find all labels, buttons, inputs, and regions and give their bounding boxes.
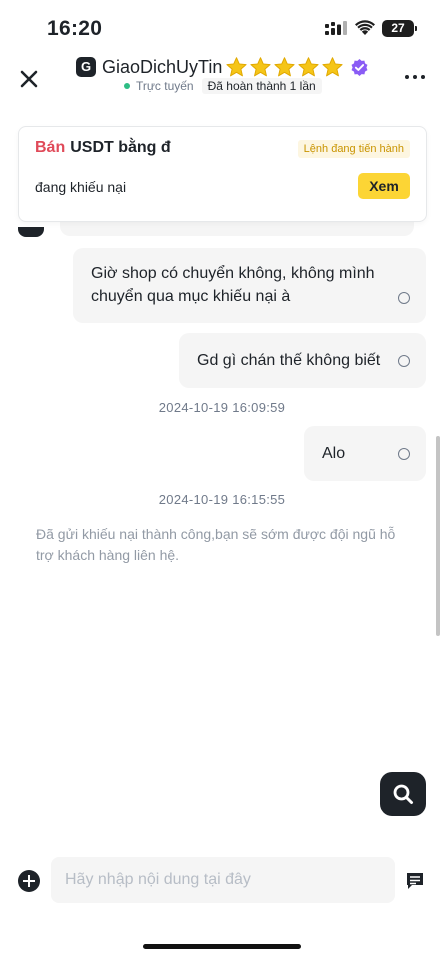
more-icon[interactable] bbox=[405, 75, 425, 81]
message-status-icon bbox=[398, 292, 410, 304]
add-attachment-icon[interactable] bbox=[18, 870, 40, 892]
message-text: Gd gì chán thế không biết bbox=[197, 352, 381, 369]
online-dot-icon bbox=[124, 83, 130, 89]
battery-icon: 27 bbox=[382, 20, 417, 37]
wifi-icon bbox=[355, 20, 375, 35]
merchant-logo: G bbox=[76, 57, 96, 77]
star-icon bbox=[274, 56, 295, 76]
star-icon bbox=[226, 56, 247, 76]
message-input-bar bbox=[0, 852, 444, 908]
message-bubble-partial bbox=[60, 222, 414, 236]
status-time: 16:20 bbox=[47, 17, 103, 40]
star-icon bbox=[322, 56, 343, 76]
home-indicator bbox=[143, 944, 301, 949]
order-card[interactable]: Bán USDT bằng đ Lệnh đang tiến hành đang … bbox=[18, 126, 427, 222]
verified-badge-icon bbox=[351, 58, 368, 76]
more-dot bbox=[405, 75, 409, 79]
chat-area[interactable]: Giờ shop có chuyển không, không mình chu… bbox=[0, 222, 444, 842]
star-icon bbox=[298, 56, 319, 76]
merchant-status-row: Trực tuyến Đã hoàn thành 1 lần bbox=[124, 78, 322, 94]
completed-orders-badge: Đã hoàn thành 1 lần bbox=[201, 78, 322, 94]
system-message: Đã gửi khiếu nại thành công,bạn sẽ sớm đ… bbox=[36, 526, 396, 563]
message-timestamp: 2024-10-19 16:09:59 bbox=[158, 400, 286, 415]
search-button[interactable] bbox=[380, 772, 426, 816]
message-bubble-outgoing[interactable]: Giờ shop có chuyển không, không mình chu… bbox=[73, 248, 426, 323]
view-order-button[interactable]: Xem bbox=[358, 173, 410, 199]
rating-stars bbox=[225, 56, 345, 79]
battery-level: 27 bbox=[391, 21, 405, 35]
message-status-icon bbox=[398, 448, 410, 460]
send-message-icon[interactable] bbox=[405, 871, 425, 891]
status-bar: 16:20 27 bbox=[0, 0, 444, 58]
order-title: Bán USDT bằng đ bbox=[35, 139, 171, 157]
more-dot bbox=[413, 75, 417, 79]
online-status: Trực tuyến bbox=[136, 79, 194, 93]
search-icon bbox=[393, 784, 413, 804]
message-input[interactable] bbox=[51, 857, 395, 903]
star-icon bbox=[250, 56, 271, 76]
avatar bbox=[18, 227, 44, 237]
signal-icon bbox=[325, 21, 347, 35]
order-asset: USDT bằng đ bbox=[70, 139, 171, 156]
order-substatus: đang khiếu nại bbox=[35, 179, 127, 195]
message-text: Giờ shop có chuyển không, không mình chu… bbox=[91, 265, 375, 305]
message-timestamp: 2024-10-19 16:15:55 bbox=[158, 492, 286, 507]
order-status-tag: Lệnh đang tiến hành bbox=[297, 140, 410, 158]
merchant-name: GiaoDichUyTin bbox=[102, 56, 223, 77]
more-dot bbox=[421, 75, 425, 79]
close-icon[interactable] bbox=[16, 66, 42, 92]
message-bubble-outgoing[interactable]: Alo bbox=[304, 426, 426, 481]
order-side: Bán bbox=[35, 139, 66, 156]
message-bubble-outgoing[interactable]: Gd gì chán thế không biết bbox=[179, 333, 426, 388]
message-status-icon bbox=[398, 355, 410, 367]
chat-scrollbar[interactable] bbox=[436, 436, 440, 636]
merchant-title[interactable]: G GiaoDichUyTin bbox=[76, 54, 369, 80]
message-text: Alo bbox=[322, 445, 346, 462]
